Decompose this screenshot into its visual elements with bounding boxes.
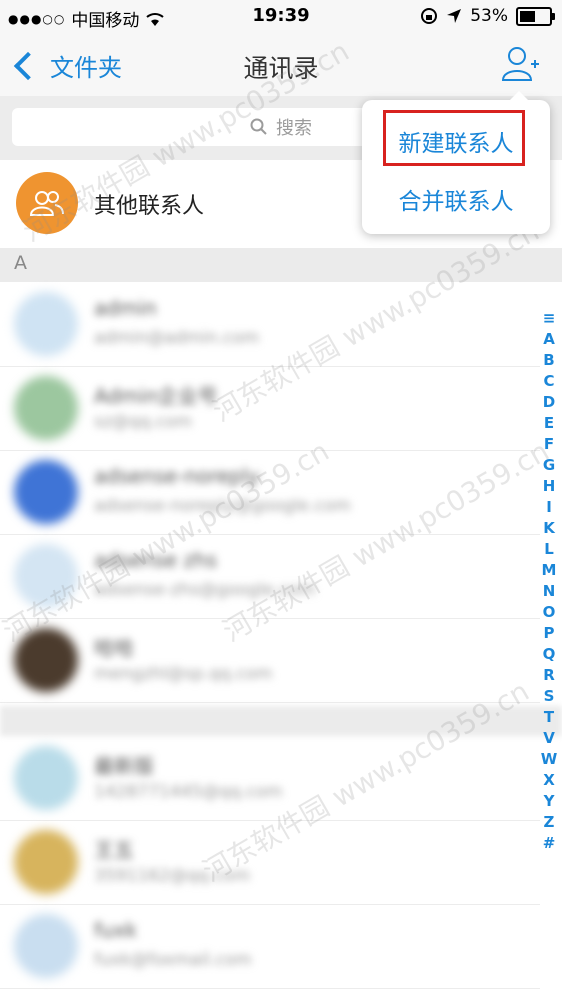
index-letter[interactable]: L [540,539,558,560]
rotation-lock-icon [421,8,438,24]
contact-email: fuxk@foxmail.com [94,950,252,970]
avatar [14,292,78,356]
status-bar: ●●●○○ 中国移动 19:39 53% [0,0,562,34]
contact-name: 哈哈 [94,636,134,660]
page-title: 通讯录 [243,54,319,83]
contact-email: admin@admin.com [94,328,260,348]
index-letter[interactable]: S [540,686,558,707]
index-letter[interactable]: Z [540,812,558,833]
index-letter[interactable]: # [540,833,558,854]
contact-email: adsense-noreply@google.com [94,496,351,516]
search-icon [250,118,267,135]
contact-row[interactable]: fuxk fuxk@foxmail.com [0,904,540,989]
index-letter[interactable]: N [540,581,558,602]
nav-bar: 文件夹 通讯录 [0,34,562,97]
contact-row[interactable]: Admin企业号 sz@qq.com [0,366,540,451]
index-letter[interactable]: ≡ [540,308,558,329]
contact-row[interactable]: 最新版 1428771445@qq.com [0,736,540,821]
contact-email: 3591162@qq.com [94,866,251,886]
avatar [14,746,78,810]
contact-email: mengzhl@sp.qq.com [94,664,273,684]
avatar [14,914,78,978]
contact-name: Admin企业号 [94,384,218,408]
index-letter[interactable]: R [540,665,558,686]
contact-name: adsense-noreply [94,464,260,488]
contact-name: 最新版 [94,754,154,778]
contact-name: adsense zhs [94,548,218,572]
contact-row[interactable]: adsense zhs adsense-zhs@google.com [0,534,540,619]
highlight-box [383,110,525,166]
section-header-blurred [0,706,562,736]
index-letter[interactable]: M [540,560,558,581]
section-header-a: A [0,248,562,282]
battery-icon [516,6,555,26]
contact-email: 1428771445@qq.com [94,782,283,802]
contact-email: adsense-zhs@google.com [94,580,316,600]
avatar [14,376,78,440]
index-letter[interactable]: D [540,392,558,413]
index-letter[interactable]: V [540,728,558,749]
index-letter[interactable]: O [540,602,558,623]
index-letter[interactable]: G [540,455,558,476]
contact-name: admin [94,296,157,320]
index-letter[interactable]: P [540,623,558,644]
index-letter[interactable]: Y [540,791,558,812]
index-letter[interactable]: E [540,413,558,434]
contact-name: 王五 [94,838,134,862]
avatar [14,628,78,692]
location-icon [447,9,462,23]
index-letter[interactable]: A [540,329,558,350]
index-letter[interactable]: B [540,350,558,371]
battery-percent: 53% [470,6,508,26]
index-letter[interactable]: F [540,434,558,455]
avatar [14,460,78,524]
alphabet-index[interactable]: ≡ A B C D E F G H I K L M N O P Q R S T V W X Y Z # [540,308,558,854]
index-letter[interactable]: I [540,497,558,518]
avatar [14,830,78,894]
contact-email: sz@qq.com [94,412,193,432]
contact-name: fuxk [94,918,138,942]
group-avatar [16,172,78,234]
index-letter[interactable]: X [540,770,558,791]
contact-row[interactable]: 王五 3591162@qq.com [0,820,540,905]
search-placeholder: 搜索 [276,118,312,139]
group-icon [29,191,64,216]
index-letter[interactable]: W [540,749,558,770]
contact-row[interactable]: 哈哈 mengzhl@sp.qq.com [0,618,540,703]
index-letter[interactable]: C [540,371,558,392]
contact-row[interactable]: adsense-noreply adsense-noreply@google.c… [0,450,540,535]
index-letter[interactable]: T [540,707,558,728]
index-letter[interactable]: Q [540,644,558,665]
other-contacts-label: 其他联系人 [94,194,205,219]
contact-row[interactable]: admin admin@admin.com [0,282,540,367]
add-contact-icon[interactable] [500,44,540,84]
index-letter[interactable]: H [540,476,558,497]
menu-item-merge-contacts[interactable]: 合并联系人 [362,182,550,216]
index-letter[interactable]: K [540,518,558,539]
avatar [14,544,78,608]
